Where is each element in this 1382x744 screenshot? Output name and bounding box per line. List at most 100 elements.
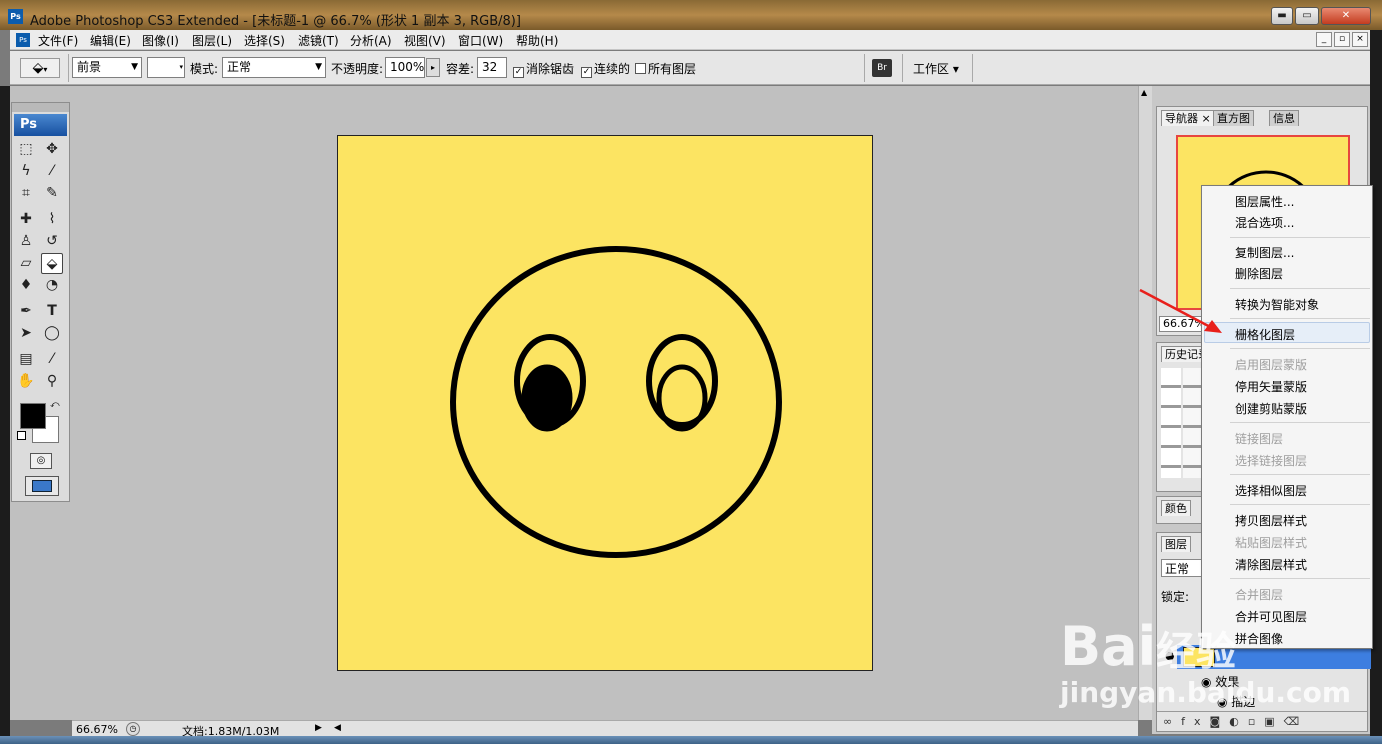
chevron-down-icon: ▼	[131, 62, 138, 72]
menu-help[interactable]: 帮助(H)	[516, 32, 558, 49]
eyedropper-tool-icon[interactable]: ⁄	[41, 349, 63, 370]
ctx-layer-properties[interactable]: 图层属性...	[1235, 193, 1294, 210]
chevron-down-icon: ▼	[315, 62, 322, 72]
move-tool-icon[interactable]: ✥	[41, 139, 63, 160]
menu-view[interactable]: 视图(V)	[404, 32, 446, 49]
face-outline	[450, 246, 782, 558]
menu-edit[interactable]: 编辑(E)	[90, 32, 131, 49]
blur-tool-icon[interactable]: ♦	[15, 275, 37, 296]
tab-info[interactable]: 信息	[1269, 110, 1299, 126]
dodge-tool-icon[interactable]: ◔	[41, 275, 63, 296]
status-info-icon[interactable]: ◷	[126, 722, 140, 736]
status-menu-arrow-icon[interactable]: ▶	[315, 723, 322, 733]
photoshop-app-icon: Ps	[8, 9, 23, 24]
menu-image[interactable]: 图像(I)	[142, 32, 179, 49]
ctx-merge-layers: 合并图层	[1235, 588, 1284, 602]
swap-colors-icon[interactable]: ⤺	[50, 400, 60, 410]
ellipse-tool-icon[interactable]: ◯	[41, 323, 63, 344]
menu-layer[interactable]: 图层(L)	[192, 32, 232, 49]
tab-histogram[interactable]: 直方图	[1213, 110, 1254, 126]
screen-mode-button[interactable]	[25, 476, 59, 496]
brush-tool-icon[interactable]: ⌇	[41, 209, 63, 230]
ctx-create-clipping-mask[interactable]: 创建剪贴蒙版	[1235, 400, 1307, 417]
ctx-clear-layer-style[interactable]: 清除图层样式	[1235, 556, 1307, 573]
magic-wand-tool-icon[interactable]: ⁄	[41, 161, 63, 182]
menu-bar: Ps 文件(F) 编辑(E) 图像(I) 图层(L) 选择(S) 滤镜(T) 分…	[10, 30, 1370, 50]
scroll-up-icon[interactable]: ▲	[1141, 88, 1147, 97]
ctx-copy-layer-style[interactable]: 拷贝图层样式	[1235, 512, 1307, 529]
close-button[interactable]: ✕	[1321, 7, 1371, 25]
tool-preset-picker[interactable]: ⬙▾	[20, 58, 60, 78]
pattern-picker[interactable]: ▾	[147, 57, 185, 78]
ctx-convert-smart-object[interactable]: 转换为智能对象	[1235, 296, 1319, 313]
antialias-checkbox[interactable]: ✓ 消除锯齿	[513, 60, 574, 78]
type-tool-icon[interactable]: T	[41, 301, 63, 322]
doc-restore-button[interactable]: ▫	[1334, 32, 1350, 47]
ps-logo: Ps	[14, 114, 67, 136]
minimize-button[interactable]: ▬	[1271, 7, 1293, 25]
clone-stamp-tool-icon[interactable]: ♙	[15, 231, 37, 252]
tab-layers[interactable]: 图层	[1161, 536, 1191, 552]
fill-source-select[interactable]: 前景 ▼	[72, 57, 142, 78]
zoom-tool-icon[interactable]: ⚲	[41, 371, 63, 392]
ctx-duplicate-layer[interactable]: 复制图层...	[1235, 244, 1294, 261]
mode-select[interactable]: 正常 ▼	[222, 57, 326, 78]
crop-tool-icon[interactable]: ⌗	[15, 183, 37, 204]
healing-brush-tool-icon[interactable]: ✚	[15, 209, 37, 230]
layers-panel-footer[interactable]: ∞fx◙◐▫▣⌫	[1157, 711, 1367, 731]
history-state-column[interactable]	[1183, 368, 1203, 478]
slice-tool-icon[interactable]: ✎	[41, 183, 63, 204]
doc-minimize-button[interactable]: _	[1316, 32, 1332, 47]
window-title: Adobe Photoshop CS3 Extended - [未标题-1 @ …	[30, 14, 521, 29]
all-layers-checkbox[interactable]: 所有图层	[635, 60, 696, 77]
ctx-select-similar-layers[interactable]: 选择相似图层	[1235, 482, 1307, 499]
foreground-color-swatch[interactable]	[20, 403, 46, 429]
menu-analysis[interactable]: 分析(A)	[350, 32, 392, 49]
paint-bucket-tool-icon[interactable]: ⬙	[41, 253, 63, 274]
menu-file[interactable]: 文件(F)	[38, 32, 78, 49]
history-brush-tool-icon[interactable]: ↺	[41, 231, 63, 252]
left-pupil	[521, 364, 573, 432]
ctx-rasterize-layer[interactable]: 栅格化图层	[1235, 326, 1295, 343]
tolerance-input[interactable]: 32	[477, 57, 507, 78]
default-colors-icon[interactable]	[17, 431, 26, 440]
ctx-merge-visible[interactable]: 合并可见图层	[1235, 608, 1307, 625]
hand-tool-icon[interactable]: ✋	[15, 371, 37, 392]
tab-navigator[interactable]: 导航器 ×	[1161, 110, 1215, 126]
doc-close-button[interactable]: ×	[1352, 32, 1368, 47]
lasso-tool-icon[interactable]: ϟ	[15, 161, 37, 182]
workspace-menu[interactable]: 工作区 ▾	[913, 60, 959, 77]
quick-mask-icon[interactable]: ◎	[30, 453, 52, 469]
menu-window[interactable]: 窗口(W)	[458, 32, 503, 49]
ctx-blending-options[interactable]: 混合选项...	[1235, 214, 1294, 231]
ctx-delete-layer[interactable]: 删除图层	[1235, 265, 1283, 282]
document-canvas[interactable]	[337, 135, 873, 671]
opacity-slider-button[interactable]: ▸	[426, 58, 440, 77]
document-icon[interactable]: Ps	[16, 33, 30, 47]
maximize-button[interactable]: ▭	[1295, 7, 1319, 25]
options-bar: ⬙▾ 前景 ▼ ▾ 模式: 正常 ▼ 不透明度: 100% ▸ 容差: 32 ✓ 消除…	[10, 51, 1370, 85]
menu-select[interactable]: 选择(S)	[244, 32, 285, 49]
eraser-tool-icon[interactable]: ▱	[15, 253, 37, 274]
notes-tool-icon[interactable]: ▤	[15, 349, 37, 370]
windows-taskbar	[0, 736, 1382, 744]
menu-filter[interactable]: 滤镜(T)	[298, 32, 339, 49]
lock-label: 锁定:	[1161, 590, 1190, 604]
opacity-input[interactable]: 100%	[385, 57, 425, 78]
check-icon: ✓	[513, 67, 524, 78]
status-zoom[interactable]: 66.67%	[76, 723, 118, 736]
bridge-icon[interactable]: Br	[872, 59, 892, 77]
toolbox-header[interactable]	[12, 103, 69, 112]
scroll-left-icon[interactable]: ◀	[334, 723, 341, 733]
opacity-label: 不透明度:	[331, 62, 384, 76]
marquee-tool-icon[interactable]: ⬚	[15, 139, 37, 160]
pen-tool-icon[interactable]: ✒	[15, 301, 37, 322]
chevron-down-icon: ▾	[179, 63, 183, 71]
check-icon: ✓	[581, 67, 592, 78]
path-select-tool-icon[interactable]: ➤	[15, 323, 37, 344]
contiguous-checkbox[interactable]: ✓ 连续的	[581, 60, 630, 78]
tab-color[interactable]: 颜色	[1161, 500, 1191, 516]
layer-context-menu: 图层属性... 混合选项... 复制图层... 删除图层 转换为智能对象 栅格化…	[1201, 185, 1373, 649]
ctx-flatten-image[interactable]: 拼合图像	[1235, 630, 1283, 647]
ctx-disable-vector-mask[interactable]: 停用矢量蒙版	[1235, 378, 1307, 395]
